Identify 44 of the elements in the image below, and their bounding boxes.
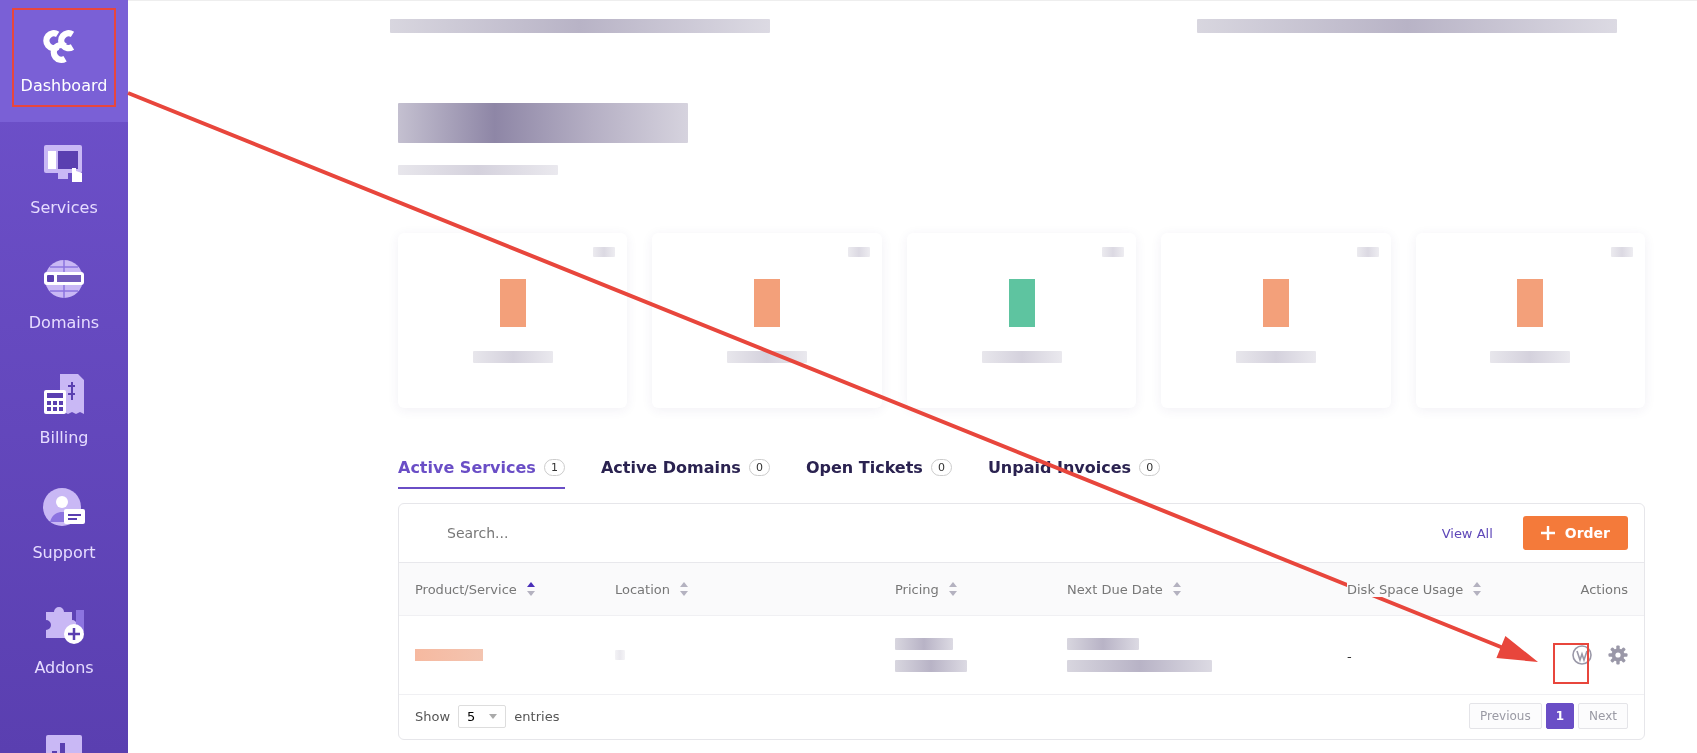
sidebar-label: Services [30, 198, 98, 217]
redacted-placeholder [1067, 638, 1139, 650]
redacted-placeholder [1356, 247, 1379, 257]
highlight-frame [1553, 643, 1589, 684]
sidebar-item[interactable]: Support [0, 467, 128, 582]
sidebar-item[interactable]: Services [0, 122, 128, 237]
tab[interactable]: Open Tickets 0 [805, 452, 952, 489]
wordpress-icon[interactable] [1572, 645, 1592, 665]
sidebar-label: Billing [39, 428, 89, 447]
column-header[interactable]: Disk Space Usage [1347, 581, 1464, 597]
view-all-link[interactable]: View All [1441, 525, 1493, 541]
redacted-placeholder [1611, 247, 1634, 257]
calculator-icon [42, 372, 86, 416]
column-header[interactable]: Location [615, 581, 670, 597]
caret-icon [489, 713, 498, 719]
table-cell: - [1347, 648, 1352, 664]
sidebar-label: Domains [28, 313, 100, 332]
redacted-placeholder [895, 638, 953, 650]
sidebar-label: Support [32, 543, 96, 562]
tab[interactable]: Active Domains 0 [600, 452, 770, 489]
sidebar-item[interactable]: Billing [0, 352, 128, 467]
column-header[interactable]: Product/Service [415, 581, 517, 597]
column-header[interactable]: Actions [1580, 581, 1628, 597]
globe-icon [42, 257, 86, 301]
redacted-placeholder [1102, 247, 1125, 257]
column-header[interactable]: Pricing [895, 581, 939, 597]
redacted-placeholder [593, 247, 616, 257]
show-label: Show [415, 708, 451, 724]
sort-icon[interactable] [526, 582, 535, 596]
pagination-button[interactable]: 1 [1545, 703, 1575, 729]
settings-icon[interactable] [1608, 645, 1628, 665]
sidebar-item[interactable]: Dashboard [0, 0, 128, 122]
sidebar-label: Addons [34, 658, 94, 677]
plus-icon [1540, 526, 1555, 540]
order-button[interactable]: Order [1522, 516, 1628, 550]
entries-label: entries [514, 708, 560, 724]
sidebar-label: Dashboard [20, 75, 108, 95]
sidebar-item[interactable]: Domains [0, 237, 128, 352]
page-size-dropdown[interactable]: 5 [458, 704, 507, 728]
redacted-placeholder [847, 247, 870, 257]
redacted-placeholder [895, 660, 967, 672]
tab[interactable]: Active Services 1 [398, 452, 565, 489]
redacted-placeholder [415, 649, 483, 661]
sidebar-item[interactable]: Addons [0, 582, 128, 697]
